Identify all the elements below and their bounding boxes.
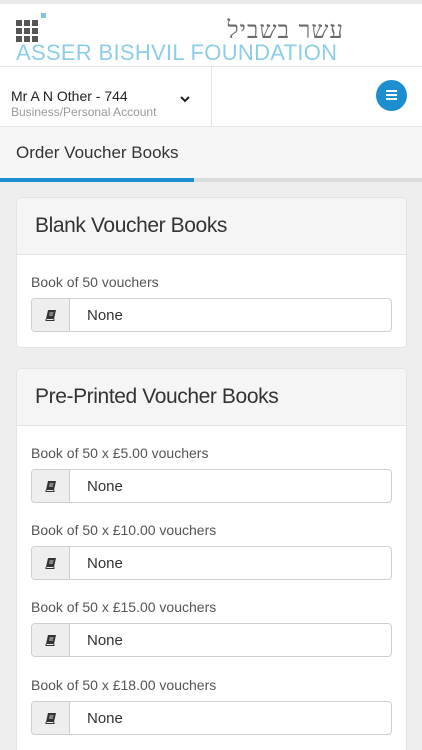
- select-value: None: [87, 307, 123, 324]
- book-icon: [45, 635, 56, 646]
- field-label: Book of 50 x £10.00 vouchers: [31, 522, 217, 538]
- book-icon: [45, 481, 56, 492]
- quantity-select[interactable]: None: [31, 469, 392, 503]
- book-icon: [45, 713, 56, 724]
- menu-button[interactable]: [376, 80, 407, 111]
- account-selector[interactable]: Mr A N Other - 744 Business/Personal Acc…: [0, 67, 212, 127]
- field-label: Book of 50 vouchers: [31, 274, 159, 290]
- account-name: Mr A N Other - 744: [11, 88, 128, 104]
- quantity-select[interactable]: None: [31, 701, 392, 735]
- voucher-field: Book of 50 x £18.00 vouchers None: [31, 677, 392, 735]
- input-addon: [32, 547, 70, 579]
- select-value: None: [87, 632, 123, 649]
- quantity-select[interactable]: None: [31, 546, 392, 580]
- voucher-field: Book of 50 x £15.00 vouchers None: [31, 599, 392, 657]
- voucher-field: Book of 50 x £10.00 vouchers None: [31, 522, 392, 580]
- voucher-field: Book of 50 vouchers None: [31, 274, 392, 332]
- tab-divider: [194, 178, 422, 182]
- input-addon: [32, 624, 70, 656]
- panel-title: Pre-Printed Voucher Books: [35, 385, 279, 408]
- logo-english-text: ASSER BISHVIL FOUNDATION: [16, 40, 338, 65]
- header-logo-bar: עשר בשביל ASSER BISHVIL FOUNDATION: [0, 0, 422, 66]
- book-icon: [45, 310, 56, 321]
- field-label: Book of 50 x £15.00 vouchers: [31, 599, 217, 615]
- panel-header: Pre-Printed Voucher Books: [17, 369, 406, 426]
- tab-strip: Order Voucher Books: [0, 126, 422, 182]
- tab-label: Order Voucher Books: [16, 143, 179, 162]
- select-value: None: [87, 478, 123, 495]
- panel-header: Blank Voucher Books: [17, 198, 406, 255]
- select-value: None: [87, 710, 123, 727]
- voucher-field: Book of 50 x £5.00 vouchers None: [31, 445, 392, 503]
- blank-voucher-books-panel: Blank Voucher Books Book of 50 vouchers …: [16, 197, 407, 348]
- quantity-select[interactable]: None: [31, 623, 392, 657]
- input-addon: [32, 299, 70, 331]
- account-type: Business/Personal Account: [11, 105, 157, 119]
- chevron-down-icon: [180, 96, 190, 103]
- account-bar: Mr A N Other - 744 Business/Personal Acc…: [0, 66, 422, 127]
- panel-title: Blank Voucher Books: [35, 214, 228, 237]
- select-value: None: [87, 555, 123, 572]
- input-addon: [32, 702, 70, 734]
- quantity-select[interactable]: None: [31, 298, 392, 332]
- field-label: Book of 50 x £18.00 vouchers: [31, 677, 217, 693]
- pre-printed-voucher-books-panel: Pre-Printed Voucher Books Book of 50 x £…: [16, 368, 407, 750]
- input-addon: [32, 470, 70, 502]
- tab-order-voucher-books[interactable]: Order Voucher Books: [0, 127, 194, 182]
- field-label: Book of 50 x £5.00 vouchers: [31, 445, 209, 461]
- book-icon: [45, 558, 56, 569]
